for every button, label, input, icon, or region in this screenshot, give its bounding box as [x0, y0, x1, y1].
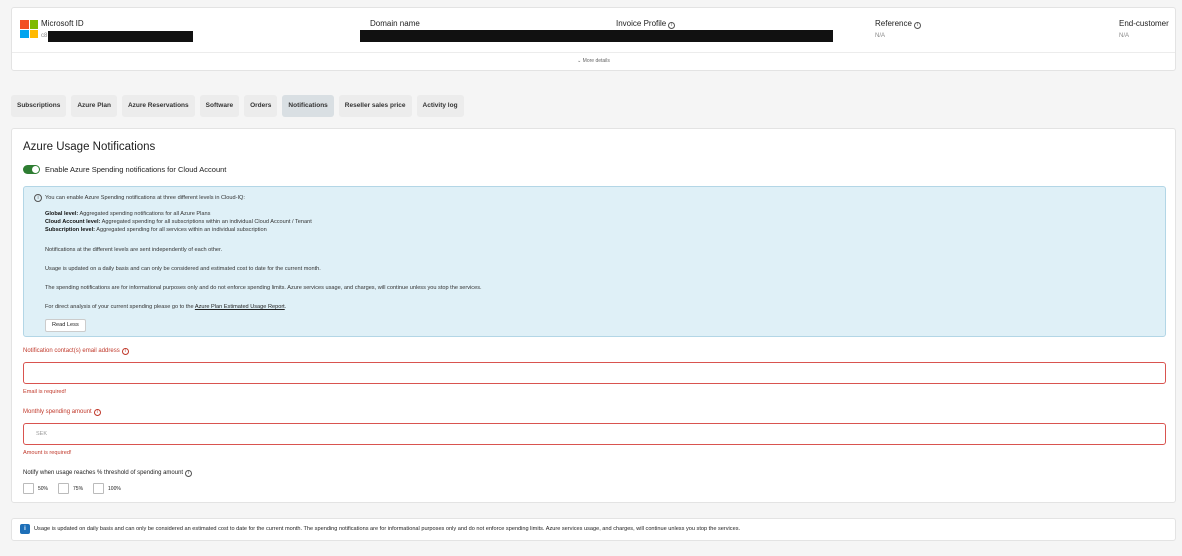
threshold-100-checkbox[interactable] — [93, 483, 105, 494]
spending-notifications-toggle[interactable] — [23, 165, 40, 174]
email-field[interactable] — [23, 362, 1166, 384]
amount-error: Amount is required! — [23, 450, 72, 456]
domain-name-label: Domain name — [370, 19, 420, 28]
redacted-domain-name — [360, 30, 833, 42]
tab-activity-log[interactable]: Activity log — [416, 95, 464, 117]
read-less-button[interactable]: Read Less — [45, 319, 86, 332]
header-divider — [12, 52, 1175, 53]
tab-azure-plan[interactable]: Azure Plan — [71, 95, 117, 117]
reference-label: Reference i — [875, 19, 921, 29]
info-icon: i — [34, 194, 42, 202]
info-icon[interactable]: i — [93, 409, 101, 416]
end-customer-label: End-customer — [1119, 19, 1169, 28]
tab-notifications[interactable]: Notifications — [282, 95, 334, 117]
tab-software[interactable]: Software — [199, 95, 240, 117]
info-icon[interactable]: i — [121, 348, 129, 355]
info-subscription-level: Subscription level: Aggregated spending … — [45, 227, 267, 233]
info-icon[interactable]: i — [913, 22, 921, 29]
amount-field-label: Monthly spending amount i — [23, 409, 101, 416]
account-header-card: Microsoft ID c8 Domain name Invoice Prof… — [11, 7, 1176, 71]
threshold-50-checkbox[interactable] — [23, 483, 34, 494]
info-independent: Notifications at the different levels ar… — [45, 247, 223, 253]
threshold-50-label: 50% — [38, 485, 49, 492]
info-cloud-account-level: Cloud Account level: Aggregated spending… — [45, 219, 312, 225]
tab-reseller-sales-price[interactable]: Reseller sales price — [338, 95, 412, 117]
threshold-75-checkbox[interactable] — [58, 483, 70, 494]
amount-field[interactable]: SEK — [23, 423, 1166, 445]
email-error: Email is required! — [23, 389, 67, 395]
email-field-label: Notification contact(s) email address i — [23, 348, 129, 355]
info-informational: The spending notifications are for infor… — [45, 285, 482, 291]
microsoft-id-label: Microsoft ID — [41, 19, 84, 28]
toggle-knob — [32, 166, 39, 173]
redacted-microsoft-id — [48, 31, 193, 42]
info-direct-analysis: For direct analysis of your current spen… — [45, 304, 287, 310]
toggle-label: Enable Azure Spending notifications for … — [45, 165, 227, 174]
more-details-toggle[interactable]: ⌄ More details — [12, 58, 1175, 64]
invoice-profile-label: Invoice Profile i — [616, 19, 676, 29]
tab-orders[interactable]: Orders — [244, 95, 278, 117]
threshold-label: Notify when usage reaches % threshold of… — [23, 470, 193, 477]
microsoft-id-value: c8 — [41, 33, 48, 39]
info-icon: i — [20, 524, 30, 534]
usage-footer-banner: i Usage is updated on daily basis and ca… — [11, 518, 1176, 541]
account-tabs: Subscriptions Azure Plan Azure Reservati… — [11, 95, 464, 117]
threshold-options: 50% 75% 100% — [23, 483, 127, 494]
info-icon[interactable]: i — [185, 470, 193, 477]
usage-report-link[interactable]: Azure Plan Estimated Usage Report — [195, 304, 285, 310]
tab-subscriptions[interactable]: Subscriptions — [11, 95, 67, 117]
threshold-75-label: 75% — [73, 485, 84, 492]
info-panel: i You can enable Azure Spending notifica… — [23, 186, 1166, 337]
chevron-down-icon: ⌄ — [577, 58, 582, 64]
info-daily: Usage is updated on a daily basis and ca… — [45, 266, 321, 272]
microsoft-logo-icon — [20, 20, 38, 38]
end-customer-value: N/A — [1119, 33, 1130, 39]
notifications-card: Azure Usage Notifications Enable Azure S… — [11, 128, 1176, 503]
tab-azure-reservations[interactable]: Azure Reservations — [121, 95, 195, 117]
page-title: Azure Usage Notifications — [23, 141, 156, 153]
threshold-100-label: 100% — [108, 485, 121, 492]
info-intro: You can enable Azure Spending notificati… — [45, 195, 245, 201]
footer-text: Usage is updated on daily basis and can … — [34, 526, 741, 532]
info-icon[interactable]: i — [668, 22, 676, 29]
info-global-level: Global level: Aggregated spending notifi… — [45, 211, 211, 217]
reference-value: N/A — [875, 33, 886, 39]
